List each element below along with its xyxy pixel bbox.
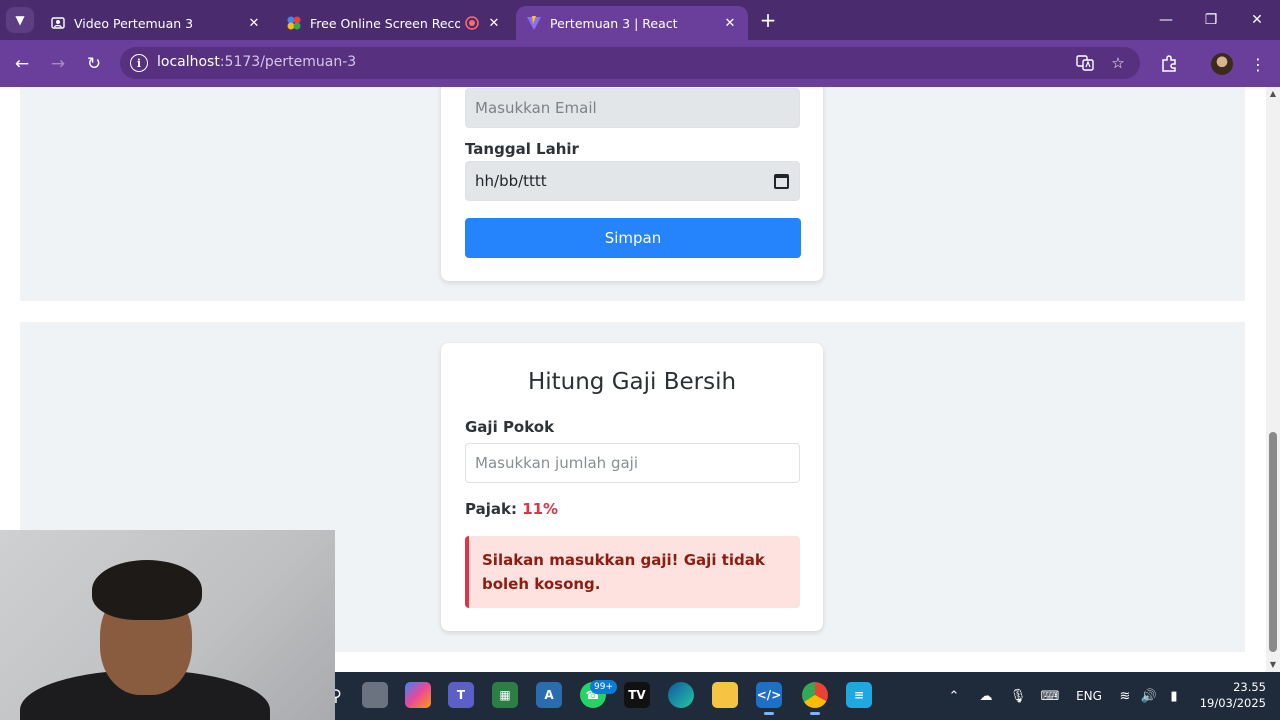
webcam-overlay bbox=[0, 530, 335, 720]
task-view-icon[interactable] bbox=[362, 682, 388, 708]
microphone-icon[interactable]: 🎙 bbox=[1010, 686, 1027, 706]
close-tab-icon[interactable]: ✕ bbox=[246, 15, 262, 31]
url-path: :5173/pertemuan-3 bbox=[219, 54, 357, 70]
copilot-icon[interactable] bbox=[405, 682, 431, 708]
error-alert: Silakan masukkan gaji! Gaji tidak boleh … bbox=[465, 536, 800, 608]
dob-date-input[interactable]: hh/bb/tttt bbox=[465, 161, 800, 201]
tab-title: Free Online Screen Recorder bbox=[310, 15, 460, 31]
browser-toolbar: ← → ↻ i localhost:5173/pertemuan-3 ☆ ⋮ bbox=[0, 40, 1280, 87]
base-salary-input[interactable]: Masukkan jumlah gaji bbox=[465, 443, 800, 483]
vscode-icon[interactable]: </> bbox=[756, 682, 782, 715]
tab-screen-recorder[interactable]: Free Online Screen Recorder ✕ bbox=[276, 6, 512, 40]
dob-placeholder: hh/bb/tttt bbox=[475, 172, 547, 190]
tax-value: 11% bbox=[522, 500, 559, 518]
onedrive-cloud-icon[interactable]: ☁ bbox=[976, 686, 996, 706]
form-section: Masukkan Email Tanggal Lahir hh/bb/tttt … bbox=[20, 87, 1245, 301]
site-info-icon[interactable]: i bbox=[130, 54, 148, 72]
close-tab-icon[interactable]: ✕ bbox=[486, 15, 502, 31]
calendar-icon[interactable] bbox=[774, 174, 789, 189]
wifi-icon[interactable]: ≋ bbox=[1116, 686, 1134, 706]
tax-label: Pajak: bbox=[465, 500, 517, 518]
base-salary-placeholder: Masukkan jumlah gaji bbox=[475, 454, 639, 472]
screen-recorder-icon bbox=[286, 15, 302, 31]
translate-icon[interactable] bbox=[1075, 53, 1095, 73]
clock-time: 23.55 bbox=[1233, 680, 1266, 694]
chevron-down-icon: ▼ bbox=[15, 13, 25, 27]
close-window-button[interactable]: ✕ bbox=[1234, 0, 1280, 40]
azure-icon[interactable]: A bbox=[536, 682, 562, 708]
notepad-icon[interactable]: ≡ bbox=[846, 682, 872, 708]
webcam-person-hair bbox=[92, 560, 202, 620]
system-clock[interactable]: 23.55 19/03/2025 bbox=[1196, 679, 1266, 711]
video-icon bbox=[50, 15, 66, 31]
tab-video-pertemuan[interactable]: Video Pertemuan 3 ✕ bbox=[40, 6, 272, 40]
new-tab-button[interactable]: + bbox=[756, 8, 780, 32]
teams-icon[interactable]: T bbox=[448, 682, 474, 708]
salary-card: Hitung Gaji Bersih Gaji Pokok Masukkan j… bbox=[441, 343, 823, 631]
back-button[interactable]: ← bbox=[8, 50, 36, 78]
address-bar[interactable]: i localhost:5173/pertemuan-3 ☆ bbox=[120, 47, 1140, 79]
tab-title: Pertemuan 3 | React bbox=[550, 15, 678, 31]
scrollbar-thumb[interactable] bbox=[1269, 432, 1277, 652]
show-hidden-icons-icon[interactable]: ⌃ bbox=[946, 686, 962, 706]
volume-icon[interactable]: 🔊 bbox=[1140, 686, 1158, 706]
restore-icon: ❐ bbox=[1204, 12, 1218, 28]
bookmark-star-icon[interactable]: ☆ bbox=[1108, 53, 1128, 73]
keyboard-icon[interactable]: ⌨ bbox=[1040, 686, 1060, 706]
url-text[interactable]: localhost:5173/pertemuan-3 bbox=[157, 54, 356, 70]
url-host: localhost bbox=[157, 54, 220, 70]
page-scrollbar[interactable]: ▲ ▼ bbox=[1266, 87, 1280, 672]
recording-indicator-icon bbox=[464, 15, 480, 31]
language-indicator[interactable]: ENG bbox=[1074, 686, 1104, 706]
base-salary-label: Gaji Pokok bbox=[465, 418, 555, 436]
scroll-up-icon[interactable]: ▲ bbox=[1269, 90, 1277, 98]
minimize-button[interactable]: — bbox=[1143, 0, 1189, 40]
minimize-icon: — bbox=[1159, 12, 1173, 28]
arrow-left-icon: ← bbox=[14, 54, 30, 74]
restore-button[interactable]: ❐ bbox=[1188, 0, 1234, 40]
salary-card-title: Hitung Gaji Bersih bbox=[527, 369, 737, 395]
vite-icon bbox=[526, 15, 542, 31]
arrow-right-icon: → bbox=[50, 54, 66, 74]
save-button[interactable]: Simpan bbox=[465, 218, 801, 258]
email-placeholder: Masukkan Email bbox=[475, 99, 597, 117]
tab-pertemuan-react[interactable]: Pertemuan 3 | React ✕ bbox=[516, 6, 748, 40]
store-icon[interactable]: ▦ bbox=[492, 682, 518, 708]
form-card: Masukkan Email Tanggal Lahir hh/bb/tttt … bbox=[441, 87, 823, 281]
extensions-icon[interactable] bbox=[1157, 52, 1181, 76]
tab-title: Video Pertemuan 3 bbox=[74, 15, 194, 31]
close-icon: ✕ bbox=[1251, 12, 1263, 28]
file-explorer-icon[interactable] bbox=[712, 682, 738, 708]
tab-search-button[interactable]: ▼ bbox=[6, 7, 34, 33]
tradingview-icon[interactable]: TV bbox=[624, 682, 650, 708]
reload-button[interactable]: ↻ bbox=[80, 50, 108, 78]
profile-avatar[interactable] bbox=[1211, 53, 1233, 75]
scroll-down-icon[interactable]: ▼ bbox=[1269, 661, 1277, 669]
tax-info: Pajak: 11% bbox=[465, 500, 558, 518]
kebab-menu-icon[interactable]: ⋮ bbox=[1246, 52, 1270, 76]
email-input[interactable]: Masukkan Email bbox=[465, 88, 800, 128]
dob-label: Tanggal Lahir bbox=[465, 140, 579, 158]
plus-icon: + bbox=[759, 8, 777, 32]
forward-button[interactable]: → bbox=[44, 50, 72, 78]
whatsapp-notification-badge: 99+ bbox=[590, 680, 617, 694]
tab-strip: ▼ Video Pertemuan 3 ✕ Free Online Screen… bbox=[0, 0, 1280, 40]
chrome-icon[interactable] bbox=[802, 682, 828, 715]
clock-date: 19/03/2025 bbox=[1199, 696, 1266, 710]
edge-icon[interactable] bbox=[668, 682, 694, 708]
battery-icon[interactable]: ▮ bbox=[1164, 686, 1184, 706]
reload-icon: ↻ bbox=[86, 54, 102, 74]
close-tab-icon[interactable]: ✕ bbox=[722, 15, 738, 31]
